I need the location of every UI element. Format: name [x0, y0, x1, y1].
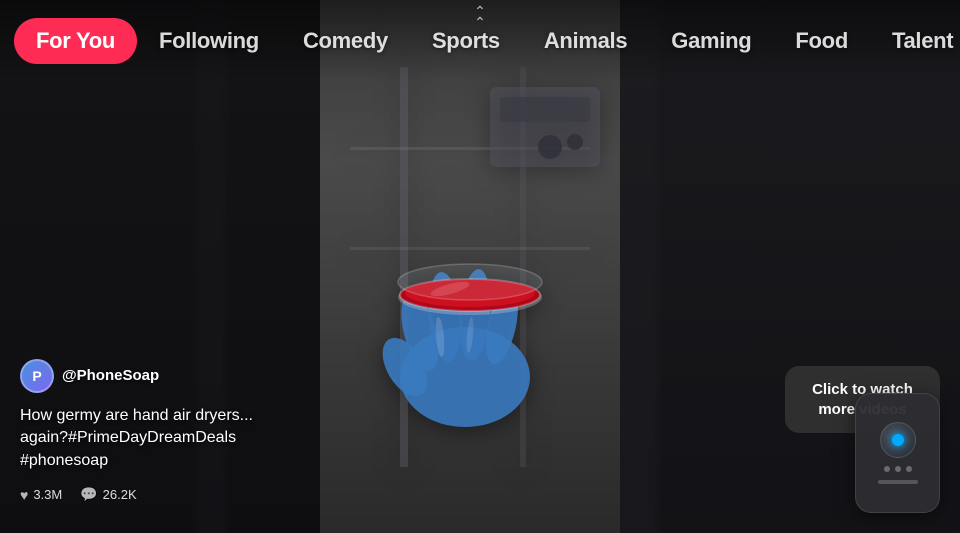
comments-count: 26.2K	[103, 487, 137, 502]
comment-icon: 💬	[80, 486, 97, 503]
username[interactable]: @PhoneSoap	[62, 367, 159, 384]
remote-indicator-light	[892, 434, 904, 446]
video-description: How germy are hand air dryers... again?#…	[20, 405, 300, 472]
remote-control[interactable]	[855, 393, 940, 513]
scroll-up-indicator: ⌃ ⌃	[474, 6, 486, 28]
tab-for-you[interactable]: For You	[14, 18, 137, 64]
likes-stat: ♥ 3.3M	[20, 487, 62, 503]
avatar-letter: P	[32, 368, 41, 384]
tab-following[interactable]: Following	[137, 20, 281, 62]
comments-stat: 💬 26.2K	[80, 486, 136, 503]
user-row: P @PhoneSoap	[20, 359, 300, 393]
stats-row: ♥ 3.3M 💬 26.2K	[20, 486, 300, 503]
tab-food[interactable]: Food	[773, 20, 870, 62]
avatar[interactable]: P	[20, 359, 54, 393]
lab-scene-svg	[320, 67, 620, 467]
tab-comedy[interactable]: Comedy	[281, 20, 410, 62]
tab-talent[interactable]: Talent	[870, 20, 960, 62]
remote-dot-1	[884, 466, 890, 472]
likes-count: 3.3M	[33, 487, 62, 502]
tab-gaming[interactable]: Gaming	[649, 20, 773, 62]
remote-dots-row	[884, 466, 912, 472]
heart-icon: ♥	[20, 487, 28, 503]
video-info-overlay: P @PhoneSoap How germy are hand air drye…	[20, 359, 300, 503]
remote-main-button[interactable]	[880, 422, 916, 458]
remote-strip	[878, 480, 918, 484]
remote-dot-3	[906, 466, 912, 472]
remote-dot-2	[895, 466, 901, 472]
tab-animals[interactable]: Animals	[522, 20, 649, 62]
tab-sports[interactable]: Sports	[410, 20, 522, 62]
top-navigation: ⌃ ⌃ For You Following Comedy Sports Anim…	[0, 0, 960, 82]
